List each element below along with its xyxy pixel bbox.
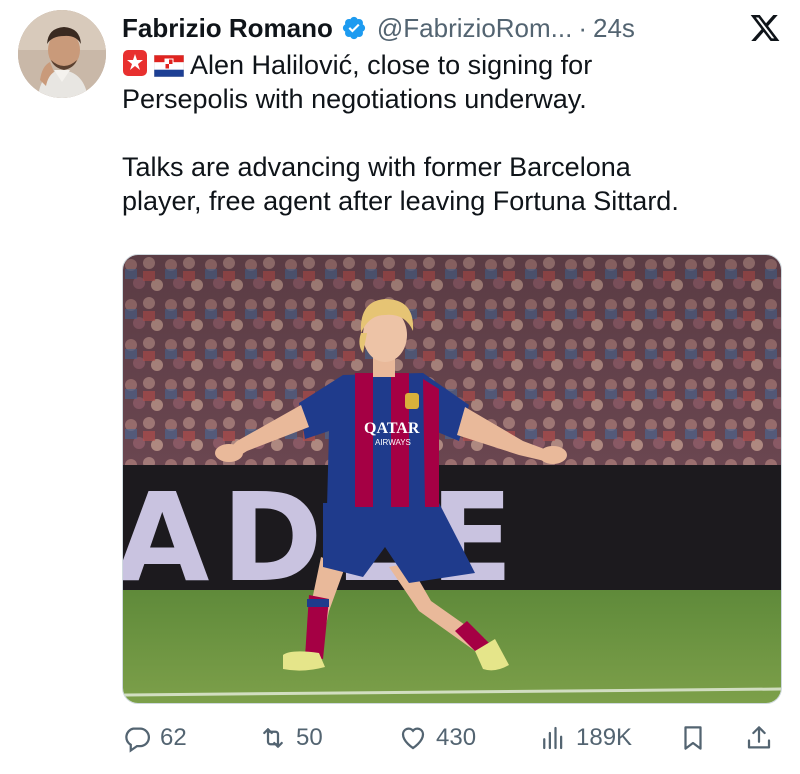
avatar-image	[18, 10, 106, 98]
post-line-2: Persepolis with negotiations underway.	[122, 84, 587, 114]
shirt-sponsor-text: QATAR	[364, 420, 420, 437]
post-line-3: Talks are advancing with former Barcelon…	[122, 152, 631, 182]
share-icon	[747, 726, 771, 749]
tweet-header: Fabrizio Romano @FabrizioRom... · 24s	[122, 10, 635, 46]
siren-emoji-icon	[123, 50, 147, 76]
views-chart-icon	[543, 726, 563, 750]
avatar[interactable]	[18, 10, 106, 98]
repost-icon	[263, 728, 283, 748]
post-line-4: player, free agent after leaving Fortuna…	[122, 186, 679, 216]
views-count: 189K	[576, 724, 633, 751]
reply-count: 62	[160, 724, 187, 751]
author-name[interactable]: Fabrizio Romano	[122, 13, 333, 44]
x-logo-icon[interactable]	[748, 12, 782, 44]
post-text: Alen Halilović, close to signing for Per…	[122, 48, 782, 218]
like-count: 430	[436, 724, 477, 751]
bookmark-button[interactable]	[678, 718, 708, 758]
post-timestamp[interactable]: 24s	[593, 13, 635, 44]
post-media-image[interactable]: ADEE QATAR AIRWAYS	[122, 254, 782, 704]
reply-icon	[125, 727, 150, 753]
repost-count: 50	[296, 724, 323, 751]
action-bar: 62 50 430 189K	[122, 718, 782, 758]
post-line-1: Alen Halilović, close to signing for	[122, 48, 782, 82]
like-button[interactable]: 430	[398, 718, 476, 758]
views-button[interactable]: 189K	[538, 718, 632, 758]
heart-icon	[401, 727, 425, 750]
repost-button[interactable]: 50	[258, 718, 323, 758]
tweet-card: Fabrizio Romano @FabrizioRom... · 24s Al…	[0, 0, 800, 774]
croatia-flag-icon	[154, 55, 184, 77]
author-handle[interactable]: @FabrizioRom...	[377, 13, 572, 44]
verified-badge-icon	[342, 16, 366, 40]
bookmark-icon	[684, 726, 702, 750]
post-text-line-1: Alen Halilović, close to signing for	[190, 50, 593, 80]
shirt-sponsor-subtext: AIRWAYS	[375, 438, 411, 447]
separator-dot: ·	[578, 12, 588, 43]
share-button[interactable]	[744, 718, 774, 758]
football-player-photo: ADEE QATAR AIRWAYS	[123, 255, 781, 703]
reply-button[interactable]: 62	[122, 718, 187, 758]
